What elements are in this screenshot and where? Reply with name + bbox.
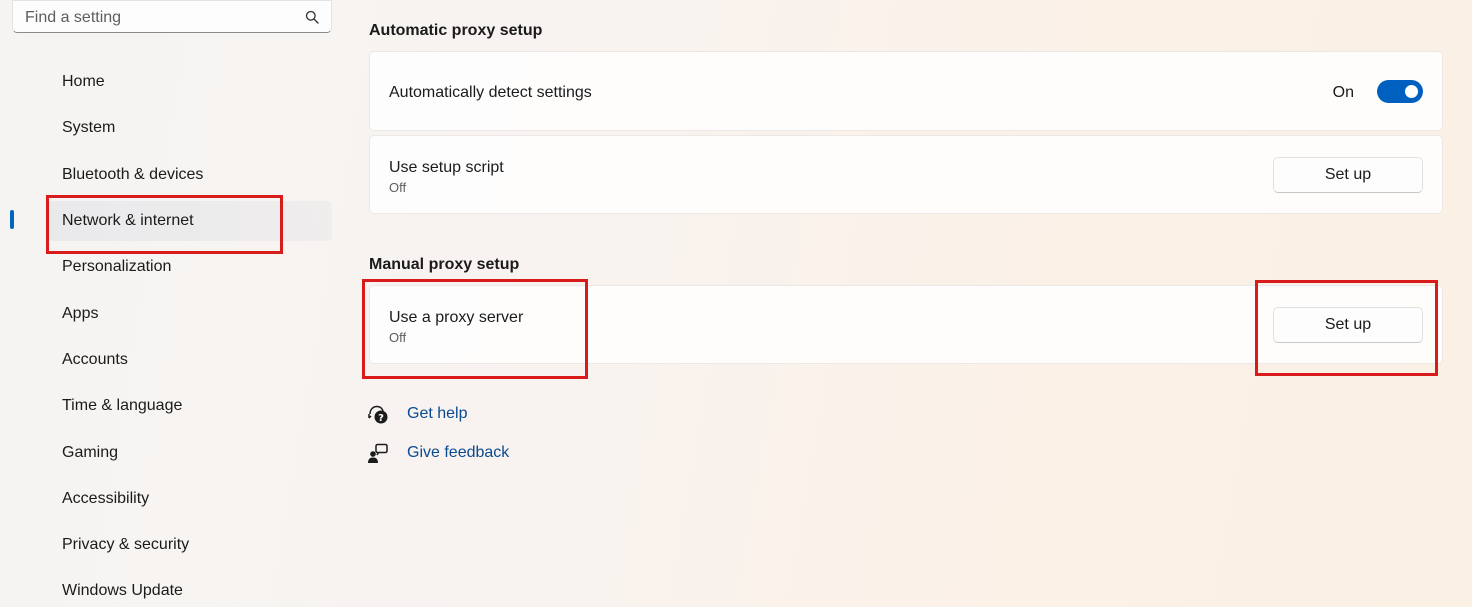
setup-script-button[interactable]: Set up (1273, 157, 1423, 193)
sidebar-item-privacy-security[interactable]: Privacy & security (48, 525, 332, 565)
sidebar-item-label: Privacy & security (62, 536, 190, 553)
auto-detect-toggle[interactable] (1377, 80, 1423, 103)
search-box[interactable] (12, 0, 332, 33)
help-chat-icon: ? (368, 405, 388, 424)
sidebar-item-apps[interactable]: Apps (48, 294, 332, 334)
sidebar-item-label: Personalization (62, 258, 172, 275)
sidebar-item-label: Time & language (62, 397, 183, 414)
card-setup-script: Use setup script Off Set up (369, 135, 1443, 214)
sidebar-item-windows-update[interactable]: Windows Update (48, 571, 332, 607)
get-help-link[interactable]: ? Get help (367, 401, 567, 427)
sidebar-item-label: Apps (62, 305, 99, 322)
highlight-box-proxy-button (1255, 280, 1438, 376)
feedback-icon (368, 443, 388, 463)
setup-script-status: Off (389, 180, 407, 195)
sidebar-item-bluetooth-devices[interactable]: Bluetooth & devices (48, 155, 332, 195)
main-content: Automatic proxy setup Automatically dete… (345, 0, 1472, 607)
highlight-box-network (46, 195, 283, 254)
sidebar-item-label: System (62, 119, 116, 136)
selection-indicator (10, 210, 14, 229)
auto-detect-label: Automatically detect settings (389, 84, 592, 101)
search-icon[interactable] (305, 10, 319, 24)
sidebar-item-time-language[interactable]: Time & language (48, 386, 332, 426)
sidebar-item-label: Accessibility (62, 490, 150, 507)
sidebar-item-label: Windows Update (62, 582, 183, 599)
sidebar-item-label: Gaming (62, 444, 119, 461)
sidebar-item-label: Bluetooth & devices (62, 166, 204, 183)
card-auto-detect: Automatically detect settings On (369, 51, 1443, 131)
sidebar-item-label: Accounts (62, 351, 128, 368)
section-heading-automatic: Automatic proxy setup (369, 22, 543, 39)
sidebar-item-gaming[interactable]: Gaming (48, 433, 332, 473)
get-help-label[interactable]: Get help (407, 405, 467, 423)
sidebar-item-system[interactable]: System (48, 108, 332, 148)
setup-script-label: Use setup script (389, 159, 504, 176)
give-feedback-label[interactable]: Give feedback (407, 444, 509, 462)
sidebar-item-label: Home (62, 73, 105, 90)
toggle-state-label: On (1332, 84, 1354, 101)
toggle-knob (1405, 85, 1418, 98)
highlight-box-proxy-label (362, 279, 588, 379)
svg-text:?: ? (378, 413, 384, 424)
search-input[interactable] (23, 4, 297, 32)
sidebar: Home System Bluetooth & devices Network … (0, 0, 345, 607)
give-feedback-link[interactable]: Give feedback (367, 440, 567, 466)
section-heading-manual: Manual proxy setup (369, 256, 520, 273)
sidebar-item-home[interactable]: Home (48, 62, 332, 102)
sidebar-item-accounts[interactable]: Accounts (48, 340, 332, 380)
sidebar-item-accessibility[interactable]: Accessibility (48, 479, 332, 519)
